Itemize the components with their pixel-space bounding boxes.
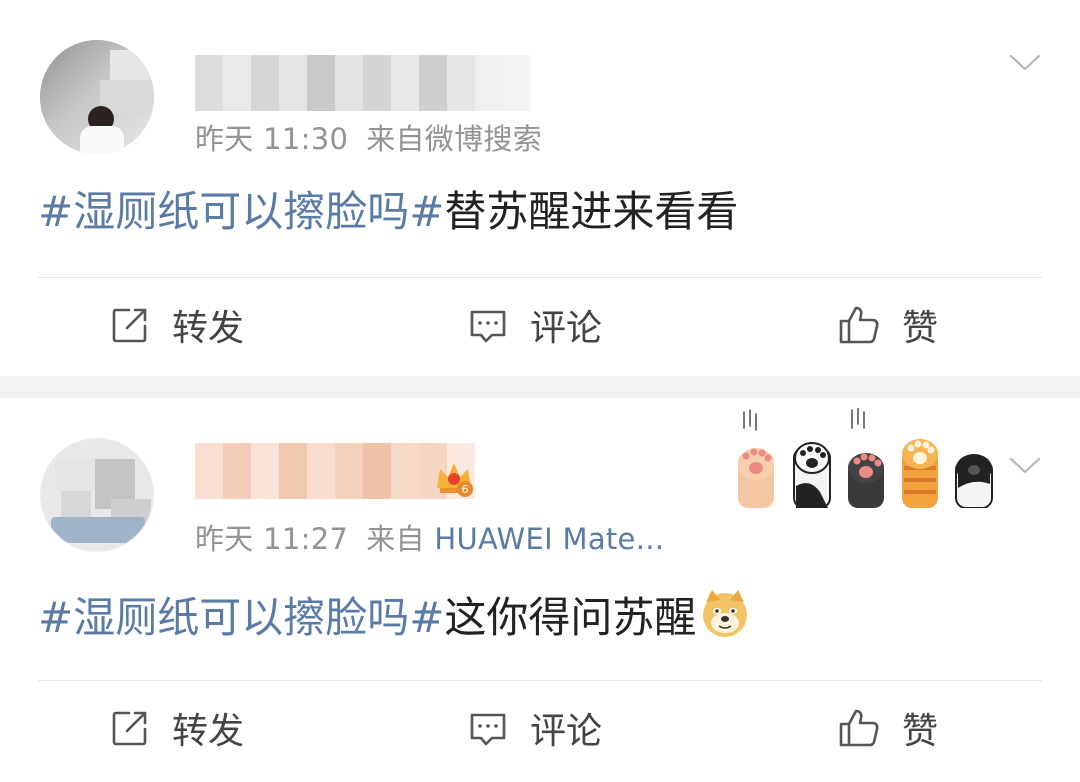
like-button[interactable]: 赞 (838, 280, 938, 370)
comment-label: 评论 (530, 711, 603, 752)
divider (38, 680, 1042, 681)
comment-icon (470, 310, 506, 343)
repost-icon (112, 308, 147, 343)
doge-emoji-icon (703, 590, 748, 637)
username-blurred[interactable] (195, 55, 531, 111)
weibo-post: 昨天 11:30 来自微博搜索 #湿厕纸可以擦脸吗#替苏醒进来看看 转发 评论 (0, 0, 1080, 376)
chevron-down-icon[interactable] (1008, 45, 1042, 79)
like-button[interactable]: 赞 (838, 683, 938, 773)
post-text: 替苏醒进来看看 (444, 187, 739, 236)
action-bar: 转发 评论 赞 (0, 280, 1080, 370)
post-time: 昨天 11:27 (195, 522, 349, 556)
comment-button[interactable]: 评论 (468, 280, 602, 370)
comment-label: 评论 (530, 308, 603, 349)
post-source: 来自微博搜索 (366, 122, 543, 156)
divider (38, 277, 1042, 278)
cat-paws-decoration[interactable] (730, 408, 1000, 508)
comment-button[interactable]: 评论 (468, 683, 602, 773)
repost-button[interactable]: 转发 (110, 683, 244, 773)
topic-link[interactable]: #湿厕纸可以擦脸吗# (38, 187, 444, 236)
post-source-device[interactable]: HUAWEI Mate... (434, 522, 664, 556)
post-meta: 昨天 11:27 来自 HUAWEI Mate... (195, 516, 664, 558)
post-source-prefix: 来自 (366, 522, 425, 556)
repost-label: 转发 (172, 308, 245, 349)
thumbs-up-icon (839, 306, 879, 344)
like-label: 赞 (902, 308, 939, 349)
avatar[interactable] (40, 40, 154, 154)
post-content: #湿厕纸可以擦脸吗#替苏醒进来看看 (38, 184, 738, 240)
repost-label: 转发 (172, 711, 245, 752)
post-time: 昨天 11:30 (195, 122, 349, 156)
post-text: 这你得问苏醒 (444, 593, 697, 642)
weibo-post: 6 昨天 11:27 来自 HUAWEI Mate... #湿厕纸可以擦脸吗#这… (0, 398, 1080, 782)
repost-button[interactable]: 转发 (110, 280, 244, 370)
topic-link[interactable]: #湿厕纸可以擦脸吗# (38, 593, 444, 642)
like-label: 赞 (902, 711, 939, 752)
action-bar: 转发 评论 赞 (0, 683, 1080, 773)
vip-level: 6 (462, 483, 469, 496)
avatar[interactable] (40, 438, 154, 552)
chevron-down-icon[interactable] (1008, 448, 1042, 482)
comment-icon (470, 713, 506, 746)
thumbs-up-icon (839, 709, 879, 747)
crown-icon[interactable]: 6 (433, 458, 475, 500)
post-meta: 昨天 11:30 来自微博搜索 (195, 116, 542, 158)
post-content: #湿厕纸可以擦脸吗#这你得问苏醒 (38, 588, 750, 646)
repost-icon (112, 711, 147, 746)
